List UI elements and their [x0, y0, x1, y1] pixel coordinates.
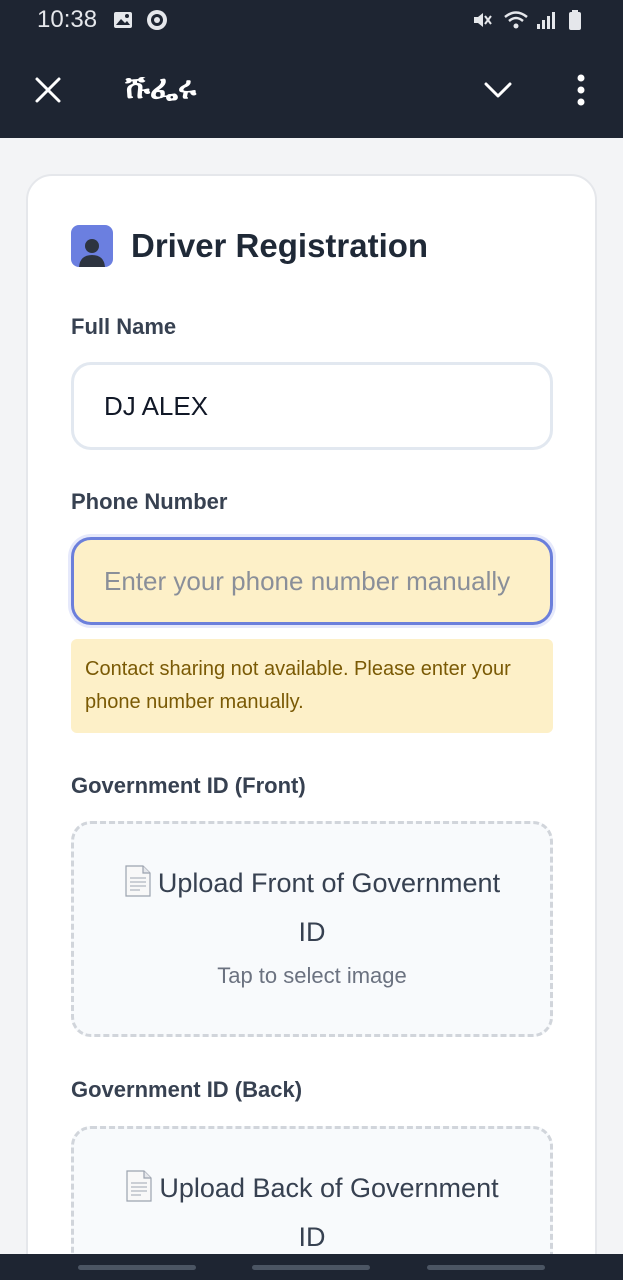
- id-front-label: Government ID (Front): [71, 773, 306, 798]
- contact-warning: Contact sharing not available. Please en…: [71, 639, 553, 733]
- form-title: Driver Registration: [131, 227, 429, 264]
- card-header: Driver Registration: [71, 225, 428, 267]
- full-name-input[interactable]: [71, 362, 553, 450]
- system-nav-bar: [0, 1254, 623, 1280]
- app-title: ሹፌሩ: [125, 68, 197, 106]
- document-icon: [124, 865, 152, 910]
- page-content: Driver Registration Full Name Phone Numb…: [0, 138, 623, 1254]
- document-icon: [125, 1170, 153, 1215]
- nav-back-handle[interactable]: [78, 1265, 196, 1270]
- status-bar: 10:38: [0, 0, 623, 40]
- mute-icon: [471, 9, 493, 31]
- app-bar: ሹፌሩ: [0, 56, 623, 126]
- id-back-label: Government ID (Back): [71, 1077, 303, 1102]
- nav-home-handle[interactable]: [252, 1265, 370, 1270]
- close-icon[interactable]: [28, 70, 68, 110]
- upload-front-title: Upload Front of Government ID: [157, 868, 501, 947]
- more-vert-icon[interactable]: [561, 70, 601, 110]
- upload-id-back[interactable]: Upload Back of Government ID: [71, 1126, 553, 1254]
- registration-card: Driver Registration Full Name Phone Numb…: [26, 174, 597, 1254]
- full-name-label: Full Name: [71, 314, 177, 339]
- status-time: 10:38: [37, 6, 98, 33]
- phone-input[interactable]: [71, 537, 553, 625]
- signal-icon: [535, 9, 557, 31]
- phone-label: Phone Number: [71, 489, 228, 514]
- whatsapp-icon: [146, 9, 168, 31]
- driver-icon: [71, 225, 113, 267]
- upload-front-subtitle: Tap to select image: [217, 963, 407, 988]
- upload-id-front[interactable]: Upload Front of Government ID Tap to sel…: [71, 821, 553, 1037]
- wifi-icon: [503, 9, 528, 31]
- image-icon: [112, 9, 134, 31]
- battery-icon: [567, 9, 589, 31]
- upload-back-title: Upload Back of Government ID: [159, 1173, 499, 1252]
- top-bar: 10:38 ሹፌሩ: [0, 0, 623, 138]
- nav-recents-handle[interactable]: [427, 1265, 545, 1270]
- chevron-down-icon[interactable]: [478, 70, 518, 110]
